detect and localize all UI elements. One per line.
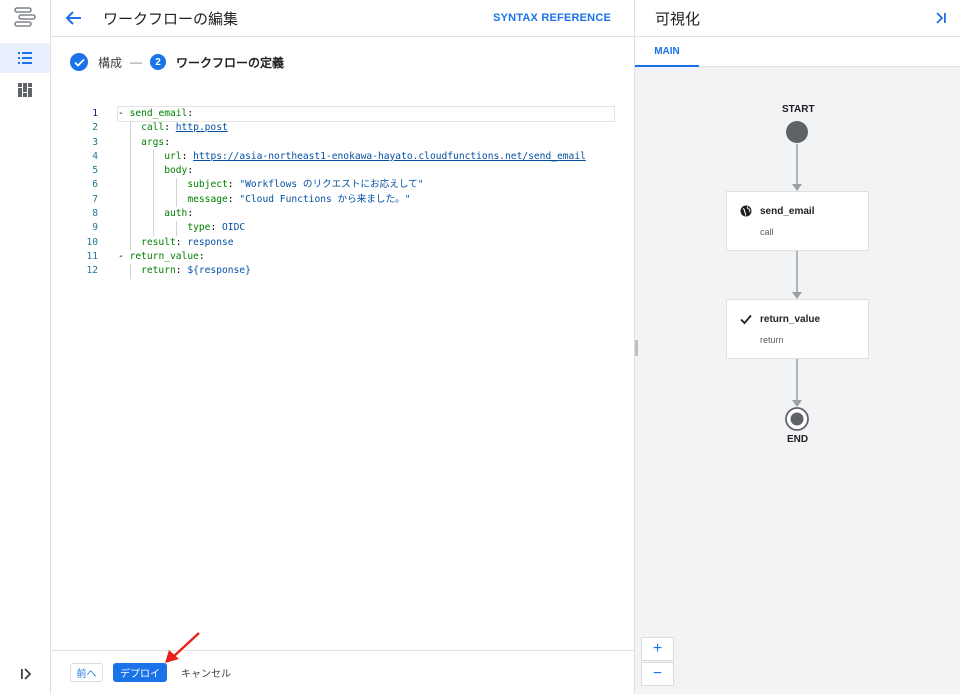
workflows-logo-icon[interactable] [12,4,38,30]
code-line[interactable]: 9 type: OIDC [51,221,634,236]
editor-panel: ワークフローの編集 SYNTAX REFERENCE 構成 — 2 ワークフロー… [51,0,634,694]
page-title: ワークフローの編集 [103,11,239,28]
cancel-button[interactable]: キャンセル [181,665,231,680]
code-text[interactable]: body: [118,164,614,178]
step-number-badge: 2 [150,54,167,70]
step-name: return_value [760,314,821,325]
start-node[interactable] [786,121,808,143]
code-line[interactable]: 2 call: http.post [51,121,634,136]
collapse-panel-icon[interactable] [933,10,949,26]
code-line[interactable]: 8 auth: [51,207,634,222]
visualization-panel: 可視化 MAIN START END send_email call retur… [634,0,960,694]
step-name: send_email [760,206,815,217]
code-text[interactable]: auth: [118,207,614,221]
end-node[interactable] [785,407,809,431]
line-number: 5 [92,165,98,177]
line-number: 11 [86,250,98,262]
code-text[interactable]: return: ${response} [118,264,614,278]
dashboard-icon [18,83,32,97]
editor-footer: 前へ デプロイ キャンセル [51,650,634,694]
line-number: 10 [86,236,98,248]
step-card-send-email[interactable]: send_email call [726,191,869,251]
step-complete-check-icon[interactable] [70,53,88,71]
zoom-in-button[interactable]: + [641,637,674,661]
prev-button[interactable]: 前へ [70,663,103,682]
syntax-reference-link[interactable]: SYNTAX REFERENCE [493,12,611,24]
step-separator: — [130,55,143,69]
annotation-arrow-icon [165,632,200,663]
code-text[interactable]: result: response [118,236,614,250]
deploy-button[interactable]: デプロイ [113,663,167,682]
start-label: START [782,104,815,115]
list-icon [18,52,32,64]
tab-main[interactable]: MAIN [635,37,699,67]
workflow-graph: START END send_email call return_value r… [635,67,960,627]
panel-resize-handle[interactable] [635,340,638,356]
line-number: 3 [92,136,98,148]
check-icon [740,314,752,325]
graph-edges [785,121,809,431]
step-config-label[interactable]: 構成 [98,54,122,71]
line-number: 2 [92,122,98,134]
code-line[interactable]: 11 - return_value: [51,250,634,264]
expand-right-icon[interactable] [18,666,34,682]
code-line[interactable]: 4 url: https://asia-northeast1-enokawa-ha… [51,149,634,165]
step-card-return-value[interactable]: return_value return [726,299,869,359]
step-definition-label: ワークフローの定義 [176,55,285,70]
code-line[interactable]: 12 return: ${response} [51,264,634,279]
line-number: 12 [86,265,98,277]
edge-send-email-to-return [792,251,802,299]
viz-title: 可視化 [655,11,701,28]
left-rail [0,0,51,694]
code-line[interactable]: 5 body: [51,164,634,179]
rail-item-list[interactable] [0,43,50,73]
line-number: 6 [92,179,98,191]
step-type: return [760,335,784,345]
end-label: END [787,434,809,445]
step-type: call [760,227,774,237]
zoom-out-button[interactable]: − [641,662,674,686]
viz-header: 可視化 [635,0,960,37]
code-text[interactable]: - return_value: [118,250,614,264]
edge-return-to-end [792,359,802,407]
code-line[interactable]: 10 result: response [51,235,634,250]
code-editor[interactable]: 1 - send_email: 2 call: http.post 3 args: 4 url… [51,105,634,279]
code-text[interactable]: message: "Cloud Functions から来ました。" [118,193,614,207]
workflow-editor-app: ワークフローの編集 SYNTAX REFERENCE 構成 — 2 ワークフロー… [0,0,960,694]
code-line[interactable]: 7 message: "Cloud Functions から来ました。" [51,192,634,208]
viz-tabs: MAIN [635,37,960,67]
editor-header: ワークフローの編集 SYNTAX REFERENCE [51,0,634,37]
line-number: 8 [92,208,98,220]
rail-item-dashboard[interactable] [0,75,50,105]
code-line[interactable]: 6 subject: "Workflows のリクエストにお応えして" [51,178,634,193]
code-line[interactable]: 3 args: [51,135,634,150]
code-text[interactable]: args: [118,136,614,150]
code-text[interactable]: call: http.post [118,121,614,135]
stepper: 構成 — 2 ワークフローの定義 [70,52,284,72]
line-number: 1 [92,108,98,119]
line-number: 4 [92,150,98,162]
code-text[interactable]: url: https://asia-northeast1-enokawa-hay… [118,150,614,164]
code-line[interactable]: 1 - send_email: [51,105,634,123]
arrow-back-icon[interactable] [63,7,85,29]
edge-start-to-send-email [792,144,802,191]
code-text[interactable]: type: OIDC [118,221,614,235]
line-number: 9 [92,222,98,234]
code-text[interactable]: - send_email: [117,105,615,123]
line-number: 7 [92,193,98,205]
code-text[interactable]: subject: "Workflows のリクエストにお応えして" [118,178,614,192]
globe-icon [740,205,752,217]
